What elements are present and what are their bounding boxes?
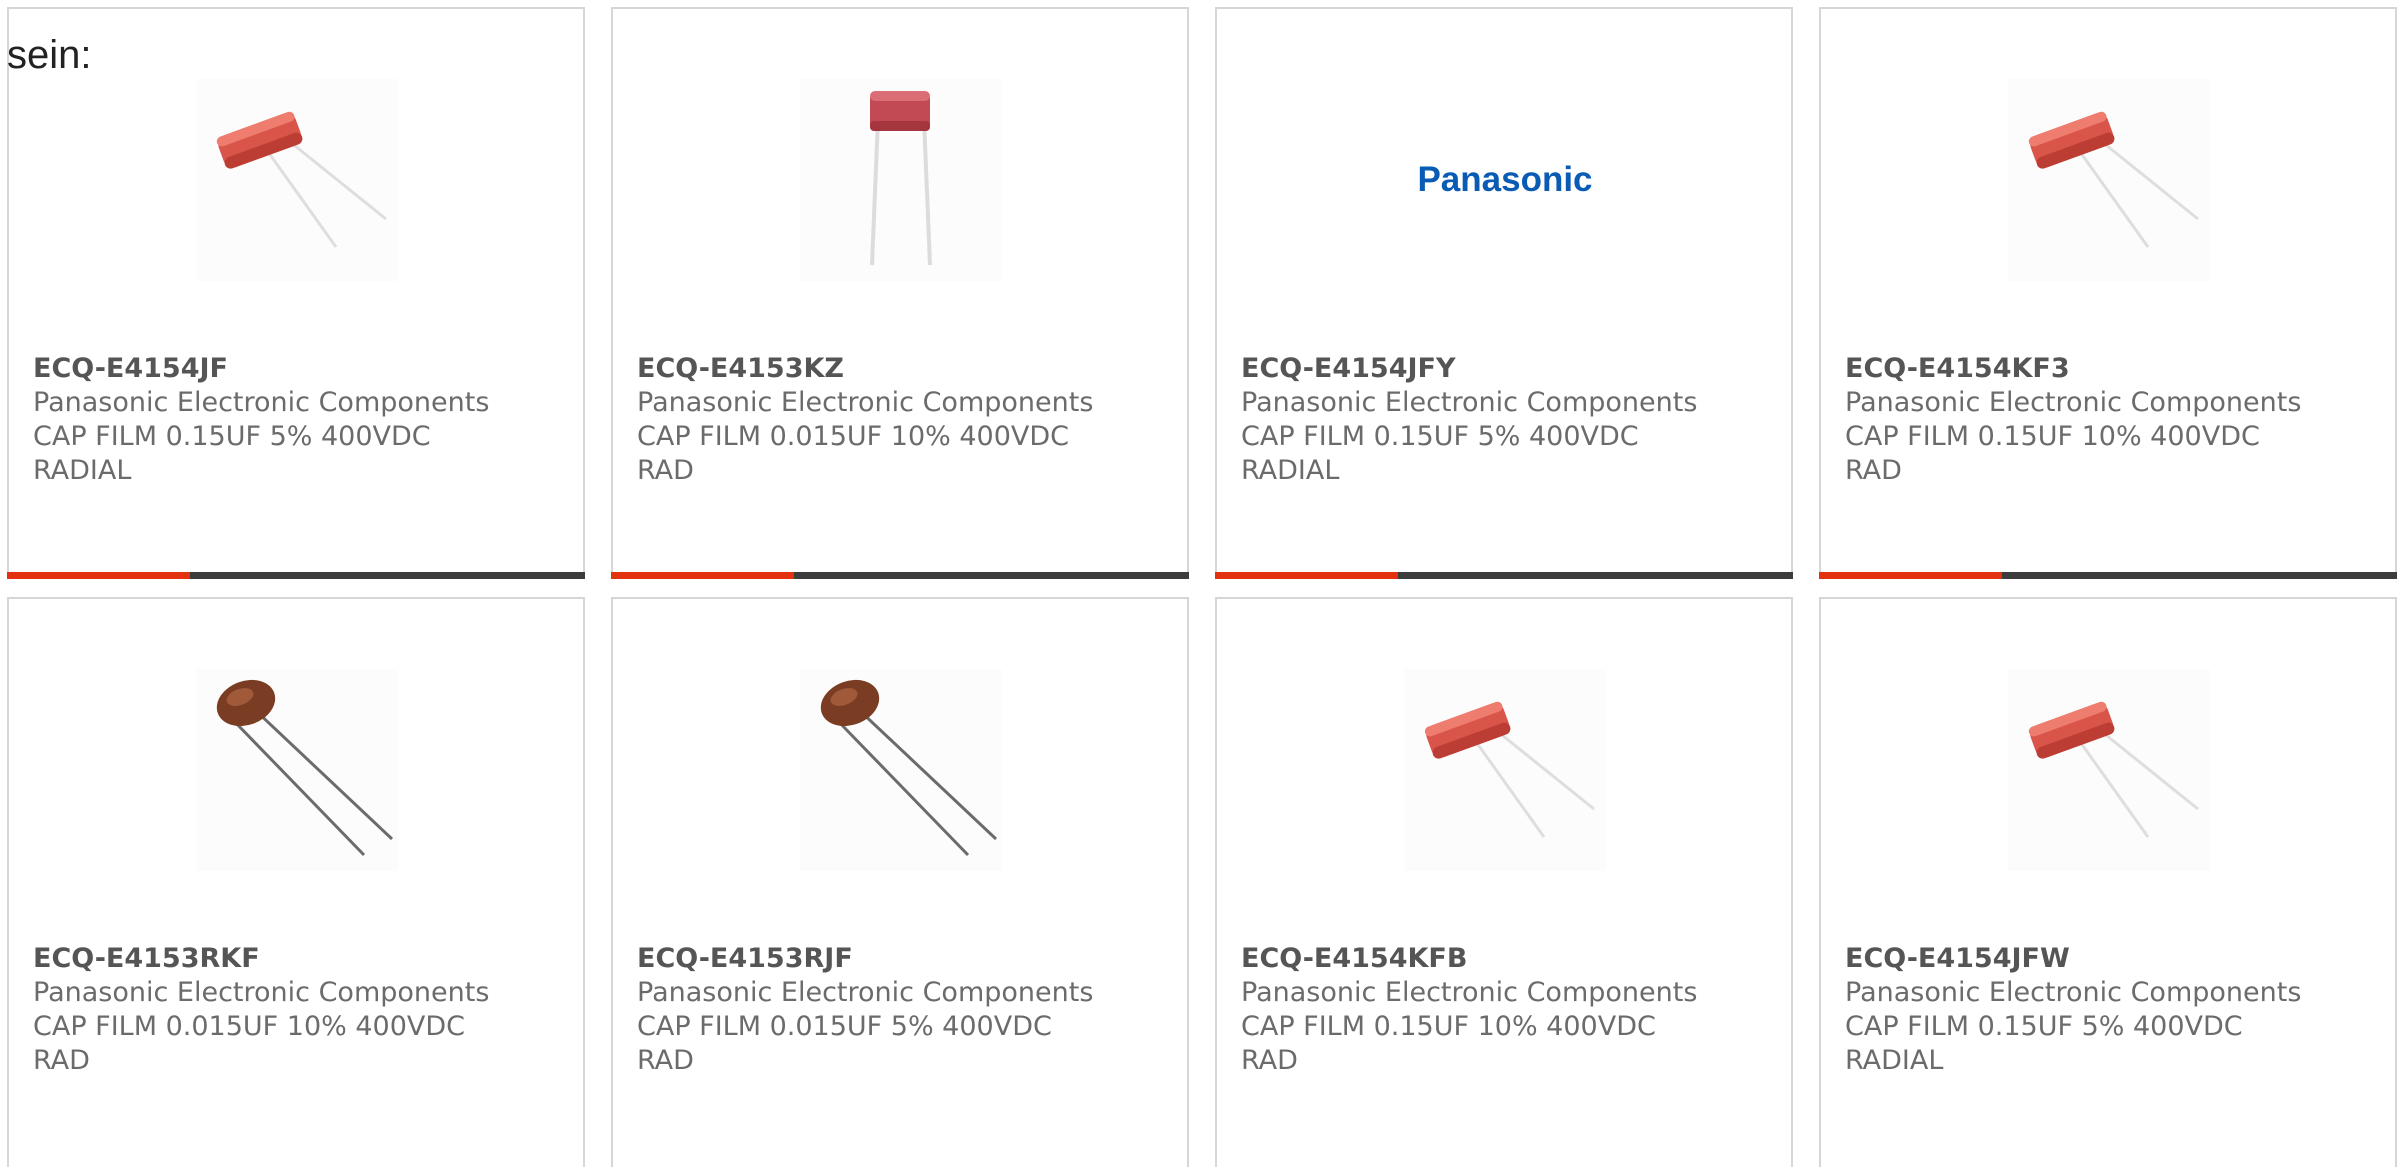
product-image[interactable] bbox=[800, 669, 1002, 871]
part-number-link[interactable]: ECQ-E4153RKF bbox=[33, 942, 573, 976]
manufacturer-name: Panasonic Electronic Components bbox=[1845, 387, 2302, 418]
product-image[interactable] bbox=[196, 79, 398, 281]
red-box-capacitor-icon bbox=[216, 111, 387, 248]
product-description-cont: RADIAL bbox=[33, 455, 132, 486]
part-number-link[interactable]: ECQ-E4154KF3 bbox=[1845, 352, 2385, 386]
product-description: CAP FILM 0.15UF 5% 400VDC bbox=[1241, 421, 1639, 452]
product-card[interactable]: ECQ-E4153RKF Panasonic Electronic Compon… bbox=[7, 597, 585, 1167]
product-card[interactable]: ECQ-E4154JF Panasonic Electronic Compone… bbox=[7, 7, 585, 579]
manufacturer-name: Panasonic Electronic Components bbox=[637, 977, 1094, 1008]
product-image[interactable]: Panasonic bbox=[1404, 79, 1606, 281]
product-card[interactable]: ECQ-E4153KZ Panasonic Electronic Compone… bbox=[611, 7, 1189, 579]
red-box-capacitor-icon bbox=[2028, 701, 2199, 838]
part-number-link[interactable]: ECQ-E4154KFB bbox=[1241, 942, 1781, 976]
product-description: CAP FILM 0.15UF 5% 400VDC bbox=[1845, 1011, 2243, 1042]
product-description-cont: RAD bbox=[33, 1045, 90, 1076]
intro-text: sein: bbox=[7, 33, 92, 77]
product-description-cont: RADIAL bbox=[1241, 455, 1340, 486]
card-accent-bar bbox=[7, 572, 585, 579]
part-number-link[interactable]: ECQ-E4153RJF bbox=[637, 942, 1177, 976]
part-number-link[interactable]: ECQ-E4154JF bbox=[33, 352, 573, 386]
manufacturer-name: Panasonic Electronic Components bbox=[1241, 977, 1698, 1008]
product-description-cont: RAD bbox=[1241, 1045, 1298, 1076]
product-description-cont: RADIAL bbox=[1845, 1045, 1944, 1076]
product-image[interactable] bbox=[1404, 669, 1606, 871]
product-description: CAP FILM 0.015UF 10% 400VDC bbox=[637, 421, 1070, 452]
product-image[interactable] bbox=[196, 669, 398, 871]
product-description: CAP FILM 0.15UF 10% 400VDC bbox=[1241, 1011, 1656, 1042]
svg-text:Panasonic: Panasonic bbox=[1417, 160, 1592, 199]
red-upright-capacitor-icon bbox=[870, 91, 932, 266]
manufacturer-name: Panasonic Electronic Components bbox=[1845, 977, 2302, 1008]
product-image[interactable] bbox=[2008, 79, 2210, 281]
product-image[interactable] bbox=[2008, 669, 2210, 871]
product-grid: ECQ-E4154JF Panasonic Electronic Compone… bbox=[7, 7, 2400, 1167]
brown-dipped-capacitor-icon bbox=[216, 679, 394, 857]
product-image[interactable] bbox=[800, 79, 1002, 281]
panasonic-logo-icon: Panasonic bbox=[1417, 160, 1592, 199]
manufacturer-name: Panasonic Electronic Components bbox=[1241, 387, 1698, 418]
product-description-cont: RAD bbox=[637, 1045, 694, 1076]
product-card[interactable]: ECQ-E4153RJF Panasonic Electronic Compon… bbox=[611, 597, 1189, 1167]
manufacturer-name: Panasonic Electronic Components bbox=[637, 387, 1094, 418]
product-description: CAP FILM 0.15UF 5% 400VDC bbox=[33, 421, 431, 452]
product-card[interactable]: ECQ-E4154KFB Panasonic Electronic Compon… bbox=[1215, 597, 1793, 1167]
card-accent-bar bbox=[1819, 572, 2397, 579]
part-number-link[interactable]: ECQ-E4154JFW bbox=[1845, 942, 2385, 976]
product-card[interactable]: ECQ-E4154JFW Panasonic Electronic Compon… bbox=[1819, 597, 2397, 1167]
card-accent-bar bbox=[1215, 572, 1793, 579]
product-description: CAP FILM 0.15UF 10% 400VDC bbox=[1845, 421, 2260, 452]
product-card[interactable]: ECQ-E4154KF3 Panasonic Electronic Compon… bbox=[1819, 7, 2397, 579]
brown-dipped-capacitor-icon bbox=[820, 679, 998, 857]
manufacturer-name: Panasonic Electronic Components bbox=[33, 387, 490, 418]
part-number-link[interactable]: ECQ-E4154JFY bbox=[1241, 352, 1781, 386]
part-number-link[interactable]: ECQ-E4153KZ bbox=[637, 352, 1177, 386]
product-description: CAP FILM 0.015UF 10% 400VDC bbox=[33, 1011, 466, 1042]
product-description: CAP FILM 0.015UF 5% 400VDC bbox=[637, 1011, 1052, 1042]
red-box-capacitor-icon bbox=[2028, 111, 2199, 248]
product-description-cont: RAD bbox=[1845, 455, 1902, 486]
card-accent-bar bbox=[611, 572, 1189, 579]
red-box-capacitor-icon bbox=[1424, 701, 1595, 838]
manufacturer-name: Panasonic Electronic Components bbox=[33, 977, 490, 1008]
product-description-cont: RAD bbox=[637, 455, 694, 486]
product-card[interactable]: Panasonic ECQ-E4154JFY Panasonic Electro… bbox=[1215, 7, 1793, 579]
